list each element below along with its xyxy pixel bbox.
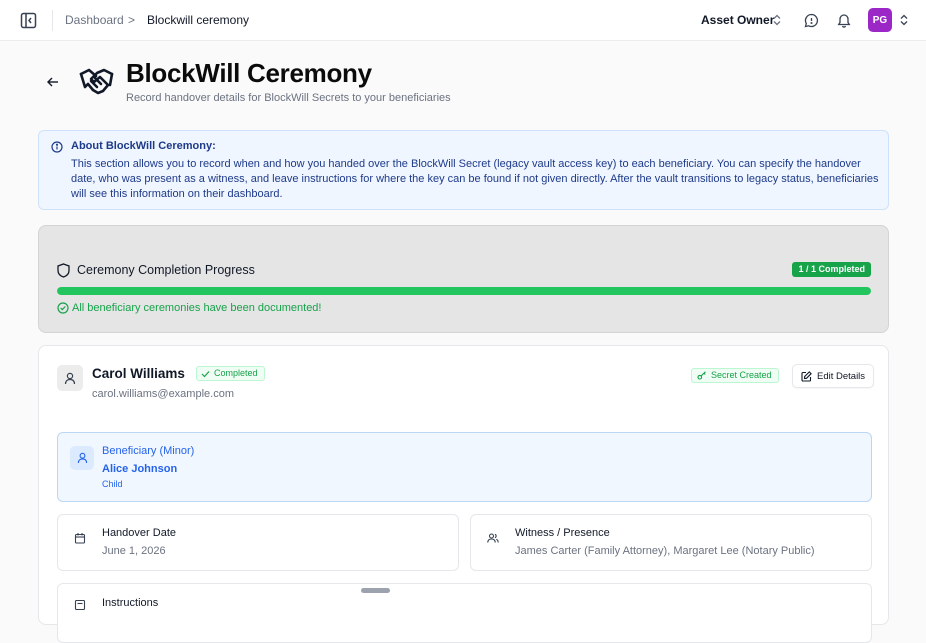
key-icon (697, 371, 706, 380)
page-title: BlockWill Ceremony (126, 58, 372, 88)
about-callout: About BlockWill Ceremony: This section a… (38, 130, 889, 210)
edit-details-label: Edit Details (817, 370, 866, 382)
about-title: About BlockWill Ceremony: (71, 140, 216, 152)
beneficiary-email: carol.williams@example.com (92, 388, 234, 400)
progress-bar (57, 287, 871, 295)
sidebar-toggle-icon[interactable] (20, 12, 37, 29)
calendar-icon (74, 533, 86, 544)
check-circle-icon (57, 302, 69, 314)
shield-icon (57, 263, 70, 278)
breadcrumb-separator: > (128, 13, 136, 27)
chat-icon[interactable] (804, 13, 819, 28)
role-switcher[interactable]: Asset Owner (701, 13, 774, 27)
status-badge: Completed (196, 366, 265, 381)
check-icon (201, 370, 210, 377)
handover-date-box: Handover Date June 1, 2026 (57, 514, 459, 571)
header-divider (52, 10, 53, 31)
breadcrumb-current: Blockwill ceremony (147, 13, 250, 27)
progress-card: Ceremony Completion Progress 1 / 1 Compl… (38, 225, 889, 333)
edit-icon (801, 370, 812, 382)
edit-details-button[interactable]: Edit Details (792, 364, 875, 388)
breadcrumb-dashboard[interactable]: Dashboard (65, 13, 124, 27)
minor-label: Beneficiary (Minor) (102, 445, 195, 457)
witness-value: James Carter (Family Attorney), Margaret… (515, 545, 815, 557)
instructions-label: Instructions (102, 597, 159, 609)
users-icon (487, 533, 499, 543)
instructions-box: Instructions (57, 583, 872, 643)
user-avatar[interactable]: PG (868, 8, 892, 32)
bell-icon[interactable] (837, 13, 851, 28)
progress-badge: 1 / 1 Completed (792, 262, 871, 277)
minor-relation: Child (102, 479, 123, 489)
user-icon (64, 372, 76, 384)
minor-name: Alice Johnson (102, 463, 178, 475)
user-icon (77, 452, 87, 464)
minor-avatar (70, 446, 94, 470)
chevron-up-down-icon[interactable] (772, 14, 782, 26)
scroll-handle[interactable] (361, 588, 390, 593)
handover-date-value: June 1, 2026 (102, 545, 166, 557)
progress-bar-fill (57, 287, 871, 295)
beneficiary-avatar (57, 365, 83, 391)
secret-badge-label: Secret Created (711, 370, 772, 380)
witness-label: Witness / Presence (515, 527, 610, 539)
progress-status: All beneficiary ceremonies have been doc… (72, 302, 322, 314)
page-subtitle: Record handover details for BlockWill Se… (126, 92, 451, 104)
top-bar: Dashboard > Blockwill ceremony Asset Own… (0, 0, 926, 41)
about-body: This section allows you to record when a… (71, 158, 879, 200)
beneficiary-card: Carol Williams Completed carol.williams@… (38, 345, 889, 643)
back-arrow-icon[interactable] (46, 76, 59, 88)
secret-created-badge: Secret Created (691, 368, 779, 383)
minor-beneficiary-box: Beneficiary (Minor) Alice Johnson Child (57, 432, 872, 502)
beneficiary-name: Carol Williams (92, 366, 185, 381)
handshake-icon (79, 68, 114, 95)
document-icon (74, 599, 86, 611)
handover-date-label: Handover Date (102, 527, 176, 539)
status-badge-label: Completed (214, 368, 258, 378)
witness-box: Witness / Presence James Carter (Family … (470, 514, 872, 571)
progress-title: Ceremony Completion Progress (77, 263, 255, 277)
info-icon (51, 141, 63, 153)
account-chevron-icon[interactable] (899, 14, 909, 26)
